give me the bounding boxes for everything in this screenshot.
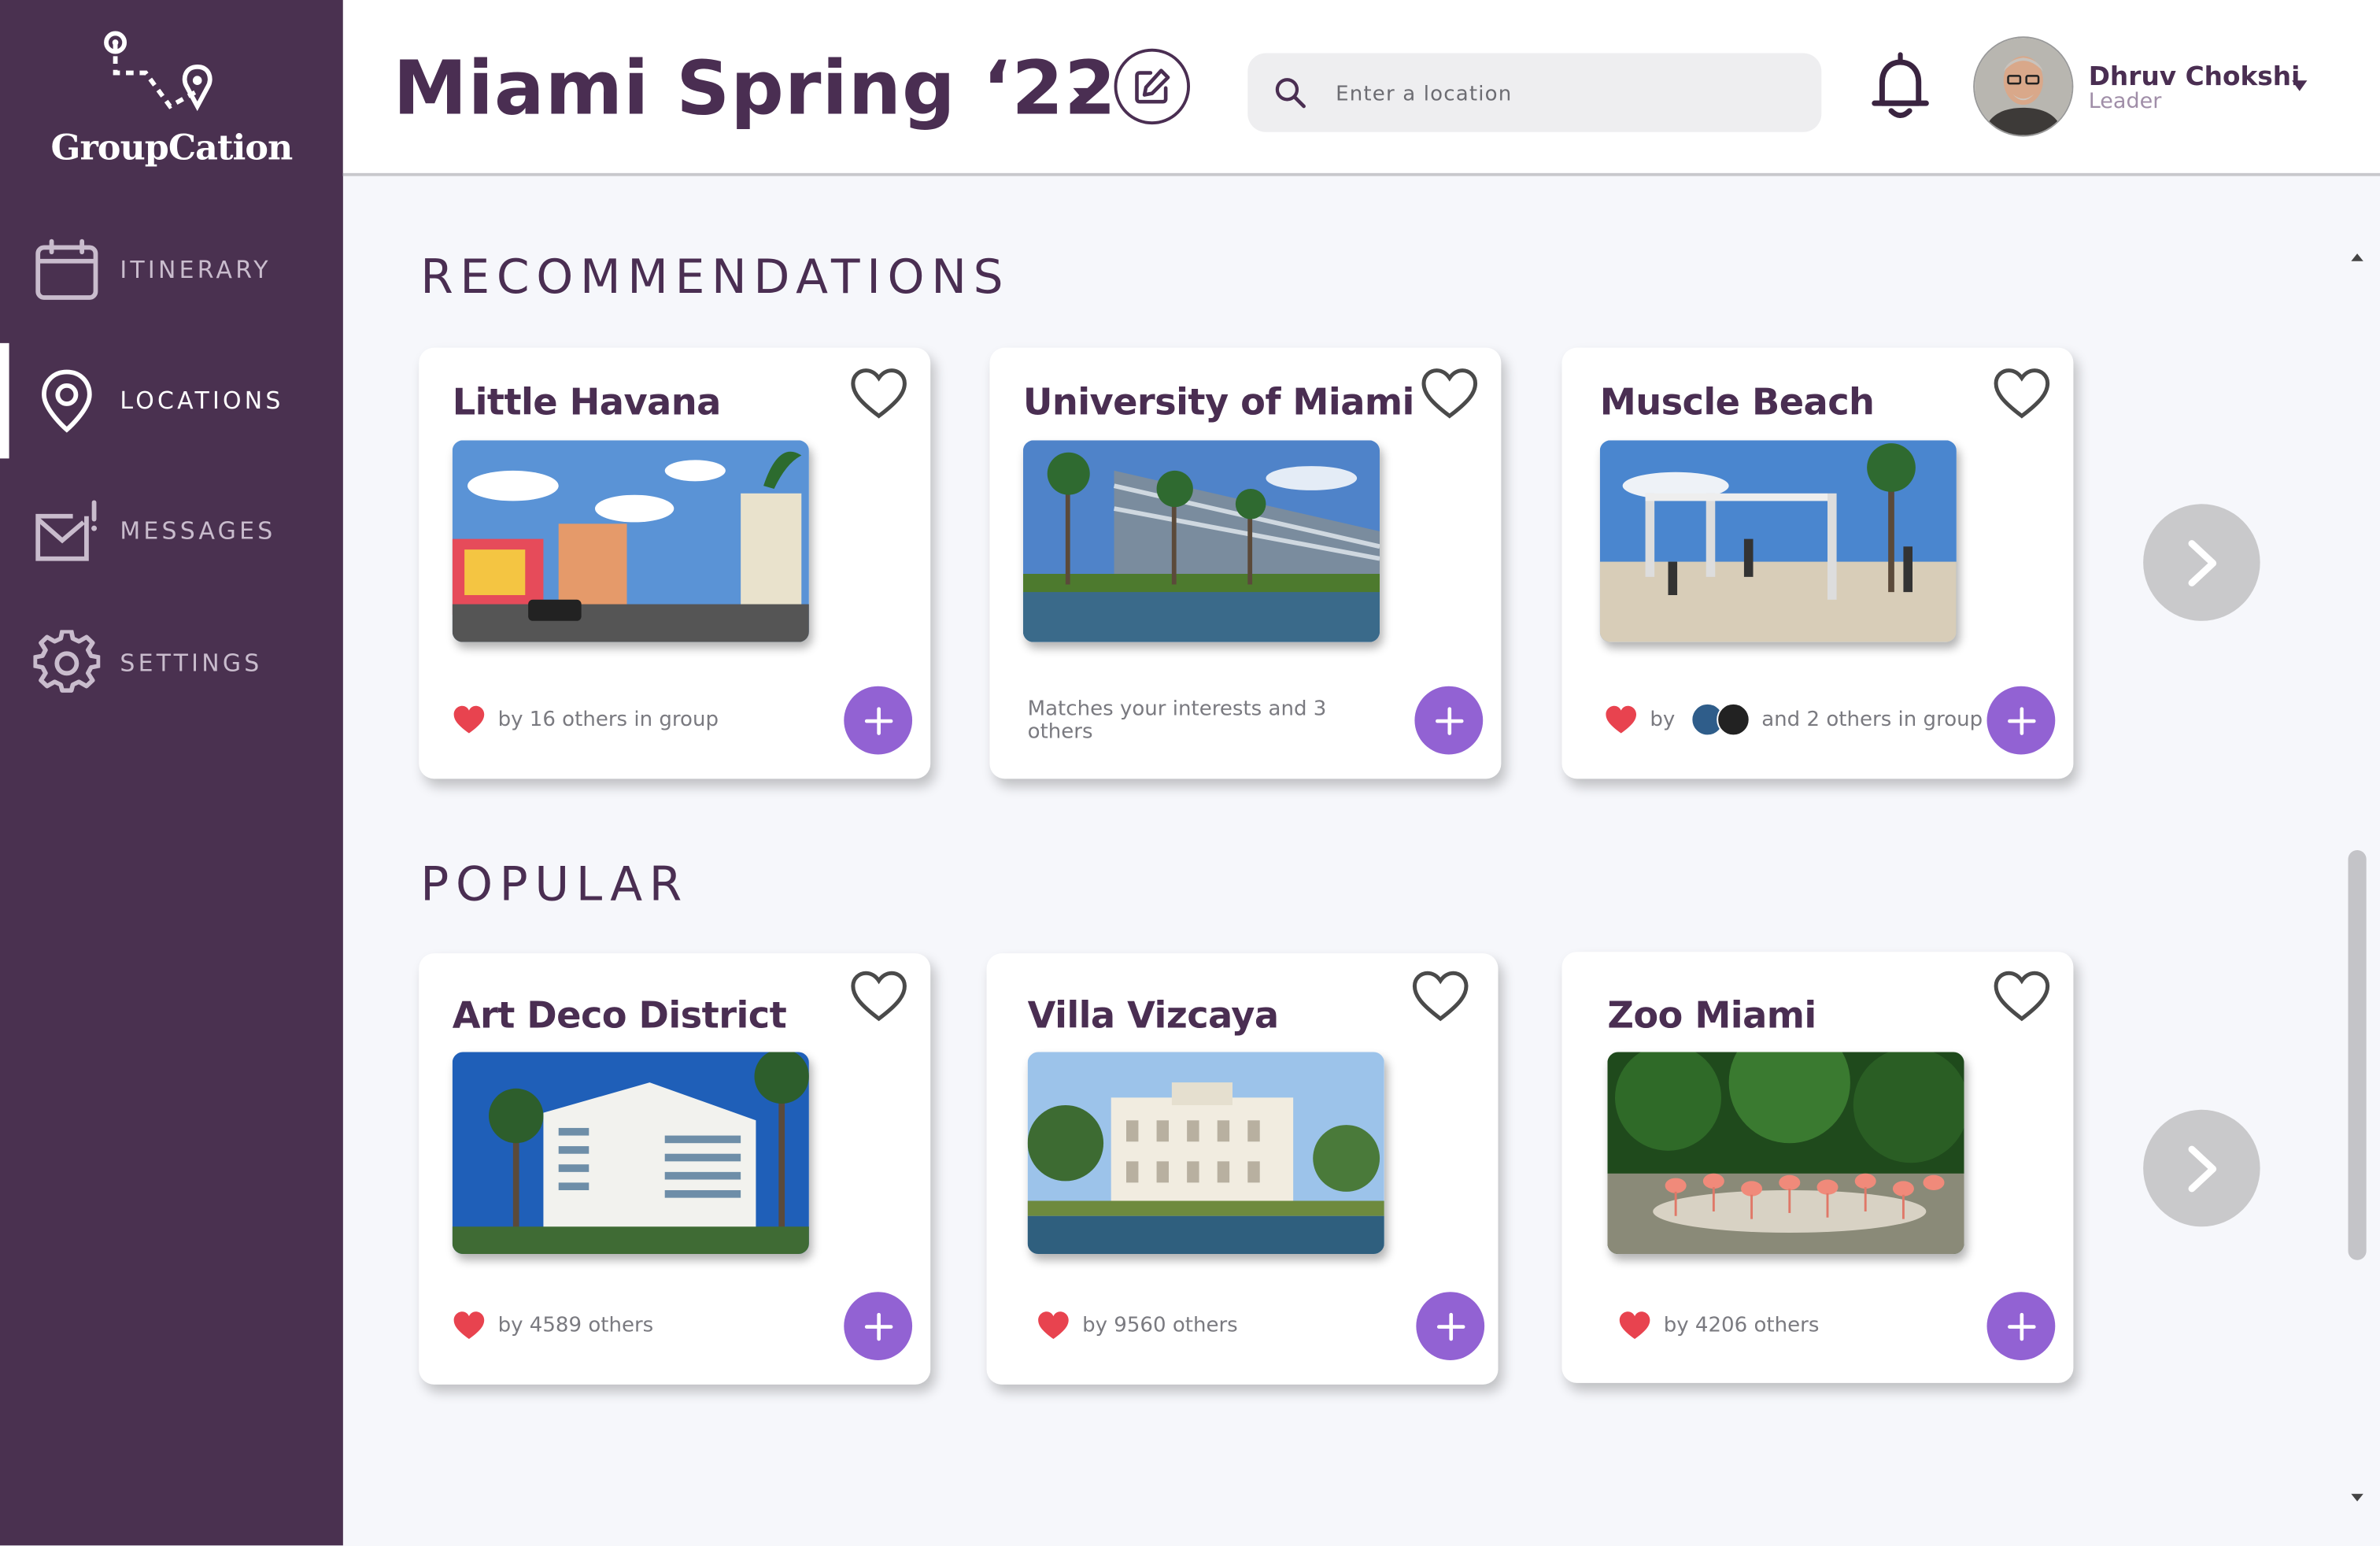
location-card[interactable]: Villa Vizcaya by 9560 others bbox=[986, 953, 1499, 1385]
heart-filled-icon bbox=[453, 705, 485, 734]
card-title: Villa Vizcaya bbox=[1027, 994, 1279, 1037]
recommendations-next-button[interactable] bbox=[2143, 504, 2260, 621]
recommendations-heading: RECOMMENDATIONS bbox=[420, 250, 1011, 305]
search-icon bbox=[1275, 78, 1306, 109]
heart-filled-icon bbox=[1619, 1311, 1650, 1339]
card-title: University of Miami bbox=[1022, 381, 1415, 424]
sidebar: GroupCation ITINERARY LOCATIONS MESSAGES bbox=[0, 0, 343, 1546]
location-card[interactable]: Little Havana by 16 others in group bbox=[419, 347, 931, 779]
likes-text: by 4206 others bbox=[1663, 1313, 1820, 1338]
avatar-photo bbox=[1975, 38, 2072, 135]
likes-text: by 4589 others bbox=[497, 1313, 654, 1338]
nav-item-messages[interactable]: MESSAGES bbox=[0, 474, 343, 590]
plus-icon bbox=[2007, 1311, 2035, 1341]
location-search[interactable] bbox=[1247, 53, 1822, 135]
card-footer: by 4589 others bbox=[453, 1303, 654, 1348]
scrollbar-thumb[interactable] bbox=[2348, 850, 2367, 1260]
card-image-muscle-beach bbox=[1599, 440, 1957, 642]
nav-label-settings: SETTINGS bbox=[120, 649, 263, 678]
card-image-art-deco-district bbox=[452, 1052, 809, 1254]
heart-outline-icon[interactable] bbox=[1991, 366, 2052, 420]
add-to-itinerary-button[interactable] bbox=[844, 1292, 913, 1360]
bell-icon[interactable] bbox=[1870, 52, 1931, 122]
nav-item-itinerary[interactable]: ITINERARY bbox=[0, 213, 343, 328]
card-footer: by 16 others in group bbox=[453, 697, 719, 742]
likes-text: by 9560 others bbox=[1082, 1313, 1238, 1338]
user-avatar[interactable] bbox=[1975, 38, 2072, 135]
location-card[interactable]: Art Deco District by 4589 others bbox=[419, 953, 931, 1385]
location-card[interactable]: University of Miami Matches your interes… bbox=[989, 347, 1502, 779]
heart-outline-icon[interactable] bbox=[1410, 968, 1471, 1023]
gear-icon bbox=[33, 630, 101, 693]
add-to-itinerary-button[interactable] bbox=[1416, 1292, 1485, 1360]
scroll-up-arrow-icon[interactable] bbox=[2345, 246, 2370, 267]
heart-filled-icon bbox=[1038, 1311, 1069, 1339]
add-to-itinerary-button[interactable] bbox=[1986, 686, 2056, 755]
match-text: Matches your interests and 3 others bbox=[1027, 697, 1327, 744]
card-title: Little Havana bbox=[452, 381, 722, 424]
top-header: Miami Spring ‘22 Dhruv Chokshi Leader bbox=[342, 0, 2380, 176]
card-title: Art Deco District bbox=[452, 994, 787, 1037]
chevron-right-icon bbox=[2187, 1145, 2216, 1192]
plus-icon bbox=[863, 1311, 893, 1341]
trip-title: Miami Spring ‘22 bbox=[393, 45, 1117, 132]
card-footer: by 4206 others bbox=[1618, 1303, 1820, 1348]
popular-next-button[interactable] bbox=[2143, 1109, 2260, 1227]
heart-filled-icon bbox=[453, 1311, 485, 1339]
likes-text: by 16 others in group bbox=[497, 707, 719, 732]
card-footer: by and 2 others in group bbox=[1605, 697, 1983, 742]
plus-icon bbox=[2007, 706, 2035, 734]
chevron-right-icon bbox=[2187, 539, 2216, 586]
plus-icon bbox=[1435, 706, 1463, 734]
card-image-university-of-miami bbox=[1022, 440, 1380, 642]
heart-outline-icon[interactable] bbox=[848, 366, 909, 420]
add-to-itinerary-button[interactable] bbox=[1986, 1292, 2056, 1360]
heart-filled-icon bbox=[1606, 705, 1636, 734]
nav-item-settings[interactable]: SETTINGS bbox=[0, 606, 343, 722]
logo-text: GroupCation bbox=[50, 128, 294, 169]
likes-text: and 2 others in group bbox=[1761, 707, 1983, 732]
card-title: Muscle Beach bbox=[1599, 381, 1875, 424]
route-icon bbox=[104, 31, 213, 112]
user-role: Leader bbox=[2088, 89, 2162, 114]
edit-icon bbox=[1135, 68, 1170, 104]
likes-prefix: by bbox=[1650, 707, 1676, 732]
mail-alert-icon bbox=[35, 500, 98, 561]
card-image-villa-vizcaya bbox=[1027, 1052, 1384, 1254]
nav-label-messages: MESSAGES bbox=[120, 517, 276, 546]
search-input[interactable] bbox=[1332, 53, 1794, 135]
heart-outline-icon[interactable] bbox=[1991, 968, 2052, 1023]
scroll-down-arrow-icon[interactable] bbox=[2345, 1488, 2370, 1509]
user-menu-caret-icon[interactable] bbox=[2292, 80, 2308, 91]
calendar-icon bbox=[35, 239, 98, 300]
plus-icon bbox=[863, 706, 893, 734]
app-logo[interactable]: GroupCation bbox=[0, 28, 343, 179]
trip-dropdown-caret-icon[interactable] bbox=[1073, 87, 1092, 99]
heart-outline-icon[interactable] bbox=[1419, 366, 1480, 420]
nav-label-itinerary: ITINERARY bbox=[120, 256, 272, 284]
popular-heading: POPULAR bbox=[420, 857, 689, 913]
card-footer: Matches your interests and 3 others bbox=[1027, 697, 1332, 744]
card-image-little-havana bbox=[452, 440, 809, 642]
location-card[interactable]: Zoo Miami by 4206 others bbox=[1561, 952, 2074, 1383]
map-pin-icon bbox=[42, 369, 92, 433]
card-image-zoo-miami bbox=[1607, 1052, 1964, 1254]
user-name: Dhruv Chokshi bbox=[2088, 62, 2301, 93]
edit-trip-button[interactable] bbox=[1114, 48, 1190, 125]
heart-outline-icon[interactable] bbox=[848, 968, 909, 1023]
nav-label-locations: LOCATIONS bbox=[120, 386, 284, 415]
card-title: Zoo Miami bbox=[1607, 994, 1816, 1037]
plus-icon bbox=[1436, 1311, 1465, 1341]
nav-item-locations[interactable]: LOCATIONS bbox=[0, 342, 343, 459]
card-footer: by 9560 others bbox=[1037, 1303, 1238, 1348]
add-to-itinerary-button[interactable] bbox=[844, 686, 913, 755]
location-card[interactable]: Muscle Beach by and 2 others in group bbox=[1561, 347, 2074, 779]
member-avatar bbox=[1716, 702, 1750, 737]
member-avatars[interactable] bbox=[1687, 702, 1750, 737]
add-to-itinerary-button[interactable] bbox=[1414, 686, 1484, 755]
